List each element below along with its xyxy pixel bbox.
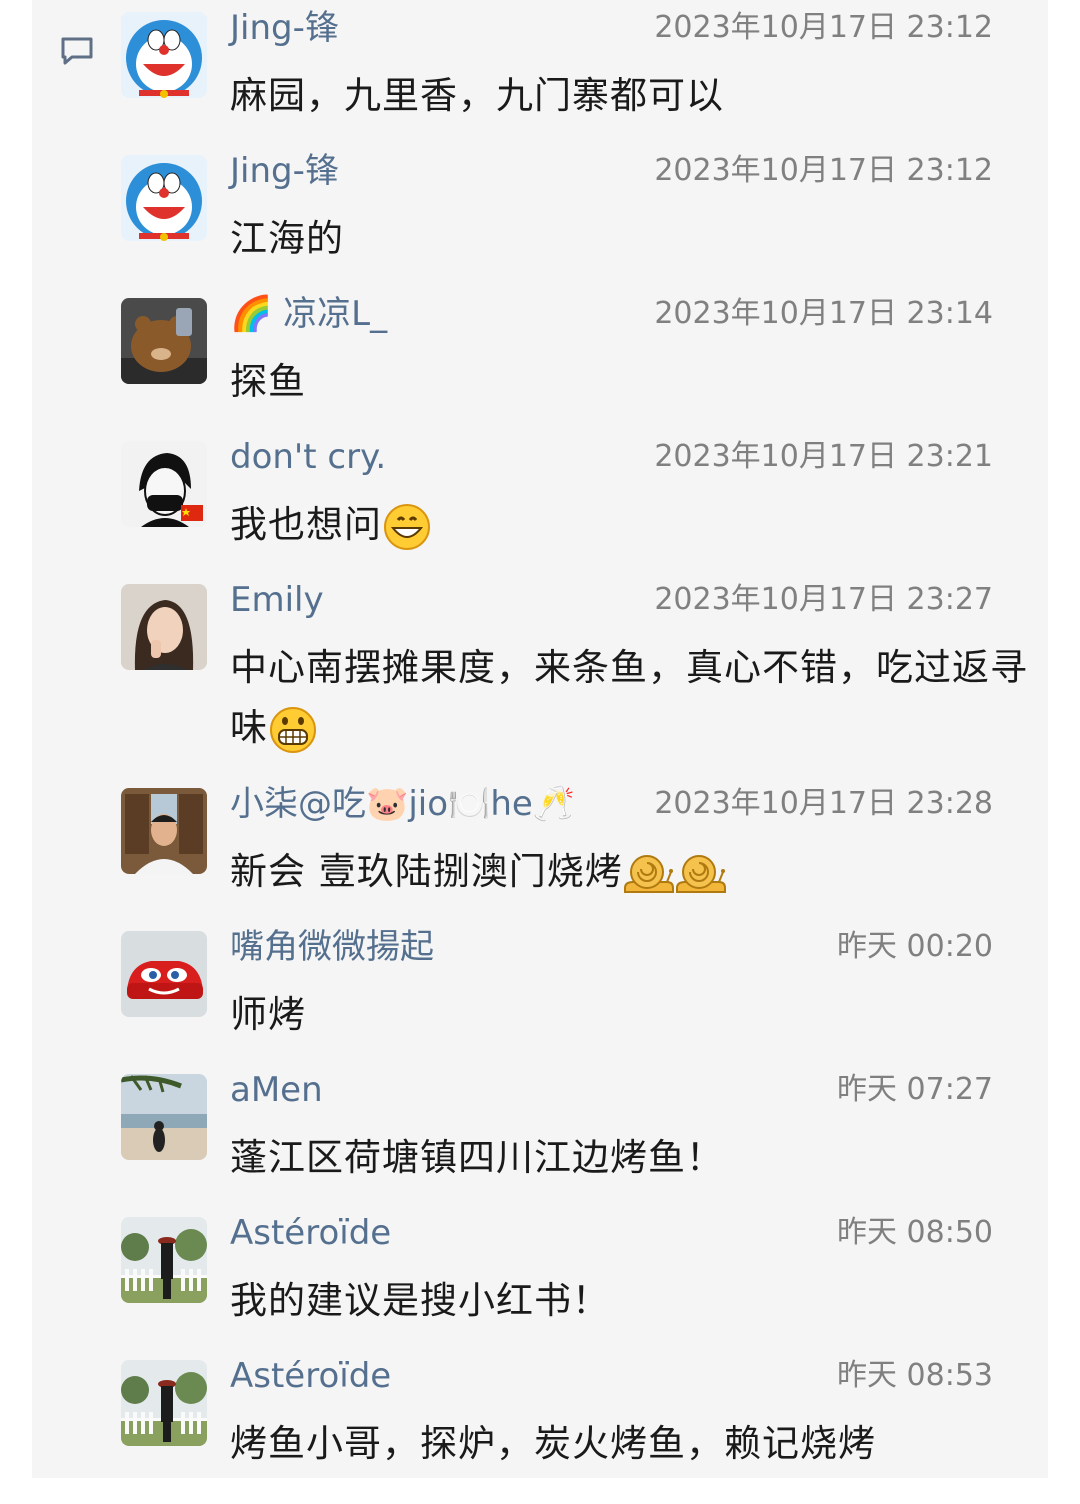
comment-text: 江海的 [230,217,344,260]
commenter-name[interactable]: Jing-锋 [230,8,339,48]
commenter-name[interactable]: Astéroïde [230,1213,391,1253]
woman-avatar[interactable] [121,584,207,670]
garden-avatar[interactable] [121,1217,207,1303]
comment-text: 烤鱼小哥，探炉，炭火烤鱼，赖记烧烤 [230,1422,876,1465]
beach-avatar[interactable] [121,1074,207,1160]
commenter-name[interactable]: 🌈 凉凉L_ [230,294,387,334]
grimacing-emoji-icon [270,706,316,753]
garden-avatar[interactable] [121,1360,207,1446]
comment-text: 探鱼 [230,360,306,403]
doraemon-avatar[interactable] [121,155,207,241]
commenter-name[interactable]: 小柒@吃🐷jio🍽️he🥂 [230,784,575,824]
commenter-name[interactable]: Astéroïde [230,1356,391,1396]
commenter-name[interactable]: aMen [230,1070,323,1110]
commenter-name[interactable]: Emily [230,580,324,620]
comment-text: 我也想问 [230,495,1030,555]
comment-text: 我的建议是搜小红书！ [230,1279,610,1322]
comment-timestamp: 昨天 08:53 [837,1358,993,1393]
comment-timestamp: 2023年10月17日 23:14 [654,296,993,331]
comment-timestamp: 2023年10月17日 23:21 [654,439,993,474]
commenter-name[interactable]: 嘴角微微揚起 [230,927,434,967]
snail-icon [623,854,674,893]
man-avatar[interactable] [121,788,207,874]
comment-text: 蓬江区荷塘镇四川江边烤鱼！ [230,1136,724,1179]
commenter-name[interactable]: don't cry. [230,437,386,477]
comment-timestamp: 昨天 07:27 [837,1072,993,1107]
grinning-emoji-icon [384,503,430,550]
snail-icon [675,854,726,893]
comment-icon[interactable] [60,36,94,66]
bear-avatar[interactable] [121,298,207,384]
doraemon-avatar[interactable] [121,12,207,98]
comment-timestamp: 2023年10月17日 23:12 [654,10,993,45]
comment-text: 师烤 [230,993,306,1036]
comment-timestamp: 2023年10月17日 23:28 [654,786,993,821]
comment-timestamp: 2023年10月17日 23:12 [654,153,993,188]
red-car-avatar[interactable] [121,931,207,1017]
comment-text: 中心南摆摊果度，来条鱼，真心不错，吃过返寻味 [230,638,1030,758]
comment-text: 麻园，九里香，九门寨都可以 [230,74,724,117]
comment-timestamp: 昨天 08:50 [837,1215,993,1250]
comment-text: 新会 壹玖陆捌澳门烧烤 [230,842,1030,902]
masked-person-avatar[interactable] [121,441,207,527]
rainbow-icon: 🌈 [230,294,273,334]
commenter-name[interactable]: Jing-锋 [230,151,339,191]
comment-timestamp: 昨天 00:20 [837,929,993,964]
comment-timestamp: 2023年10月17日 23:27 [654,582,993,617]
